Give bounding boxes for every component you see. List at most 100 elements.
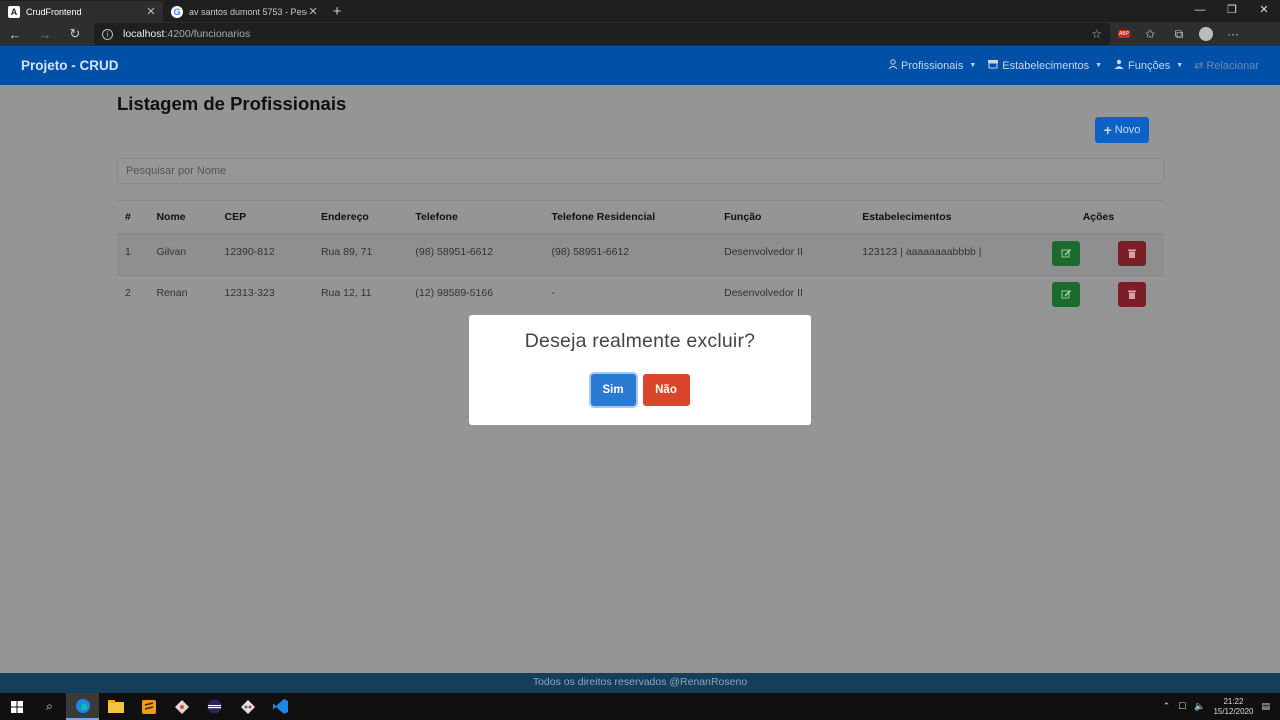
store-icon <box>987 59 999 72</box>
professionals-table: # Nome CEP Endereço Telefone Telefone Re… <box>117 200 1164 318</box>
back-icon[interactable]: ← <box>0 27 30 42</box>
file-explorer-icon[interactable] <box>99 693 132 720</box>
browser-tab-google[interactable]: G av santos dumont 5753 - Pesqui ✕ <box>163 1 325 22</box>
favorite-star-icon[interactable]: ☆ <box>1091 27 1102 41</box>
restore-icon[interactable]: ❐ <box>1216 0 1248 22</box>
cell-nome: Renan <box>148 275 217 318</box>
delete-button[interactable] <box>1117 240 1146 266</box>
search-icon[interactable]: ⌕ <box>33 693 66 720</box>
new-tab-button[interactable]: + <box>325 1 349 22</box>
exchange-icon: ⇄ <box>1194 60 1204 72</box>
eclipse-icon[interactable] <box>198 693 231 720</box>
delete-button[interactable] <box>1117 282 1146 307</box>
favorites-icon[interactable]: ✩ <box>1141 27 1159 41</box>
edit-icon <box>1061 248 1072 257</box>
vscode-icon[interactable] <box>264 693 297 720</box>
users-icon <box>1113 59 1125 72</box>
header-cep: CEP <box>216 200 313 235</box>
new-button[interactable]: + Novo <box>1095 117 1149 143</box>
git-icon[interactable] <box>231 693 264 720</box>
cell-nome: Gilvan <box>148 233 217 276</box>
browser-tabstrip: A CrudFrontend ✕ G av santos dumont 5753… <box>0 0 1280 22</box>
cell-index: 2 <box>117 275 149 318</box>
windows-start-icon[interactable] <box>0 693 33 720</box>
modal-title: Deseja realmente excluir? <box>524 330 756 352</box>
clock-date: 15/12/2020 <box>1213 706 1254 716</box>
windows-taskbar: ⌕ ⌃ ☐ 🔈 21:22 15/12/2020 ▤ <box>0 693 1280 720</box>
chevron-up-icon[interactable]: ⌃ <box>1163 701 1171 712</box>
cell-endereco: Rua 89, 71 <box>312 233 408 276</box>
search-input[interactable] <box>117 158 1164 184</box>
git-kraken-icon[interactable] <box>165 693 198 720</box>
sublime-text-icon[interactable] <box>132 693 165 720</box>
trash-icon <box>1127 249 1136 258</box>
cell-funcao: Desenvolvedor II <box>716 233 855 276</box>
trash-icon <box>1127 290 1136 299</box>
edit-button[interactable] <box>1052 282 1081 307</box>
nav-funcoes[interactable]: Funções ▼ <box>1113 59 1183 72</box>
edit-button[interactable] <box>1052 240 1081 266</box>
profile-avatar-icon[interactable] <box>1199 27 1213 41</box>
minimize-icon[interactable]: — <box>1184 0 1216 22</box>
nav-menu: Profissionais ▼ Estabelecimentos ▼ Funçõ… <box>888 59 1259 72</box>
nav-profissionais[interactable]: Profissionais ▼ <box>888 59 976 72</box>
url-host: localhost <box>123 28 165 40</box>
extension-icon[interactable]: ABP <box>1118 30 1130 38</box>
cell-telefone-residencial: (98) 58951-6612 <box>543 233 717 276</box>
network-icon[interactable]: ☐ <box>1178 701 1186 712</box>
cell-endereco: Rua 12, 11 <box>312 275 408 318</box>
edge-browser-icon[interactable] <box>66 693 99 720</box>
cell-cep: 12313-323 <box>216 275 313 318</box>
header-funcao: Função <box>716 200 855 235</box>
user-icon <box>888 59 898 72</box>
confirm-yes-button[interactable]: Sim <box>590 374 636 406</box>
tab-title: CrudFrontend <box>26 6 82 17</box>
page-footer: Todos os direitos reservados @RenanRosen… <box>0 673 1280 693</box>
header-acoes: Ações <box>1032 200 1164 235</box>
window-controls: — ❐ ✕ <box>1184 0 1280 22</box>
notifications-icon[interactable]: ▤ <box>1261 701 1270 712</box>
nav-relacionar[interactable]: ⇄ Relacionar <box>1194 59 1259 73</box>
confirm-no-button[interactable]: Não <box>642 374 690 406</box>
system-clock[interactable]: 21:22 15/12/2020 <box>1213 697 1253 717</box>
close-window-icon[interactable]: ✕ <box>1248 0 1280 22</box>
page-title: Listagem de Profissionais <box>117 93 347 114</box>
nav-estabelecimentos[interactable]: Estabelecimentos ▼ <box>987 59 1102 72</box>
forward-icon[interactable]: → <box>30 27 60 42</box>
collections-icon[interactable]: ⧉ <box>1170 27 1188 42</box>
cell-edit <box>1032 233 1100 276</box>
browser-tab-crudfrontend[interactable]: A CrudFrontend ✕ <box>0 1 163 22</box>
volume-icon[interactable]: 🔈 <box>1194 701 1205 712</box>
address-bar[interactable]: i localhost :4200/funcionarios ☆ <box>94 23 1110 45</box>
cell-index: 1 <box>117 233 149 276</box>
cell-estabelecimentos <box>854 275 1033 318</box>
close-tab-icon[interactable]: ✕ <box>307 5 319 18</box>
modal-actions: Sim Não <box>469 374 811 406</box>
cell-telefone: (12) 98589-5166 <box>407 275 544 318</box>
caret-down-icon: ▼ <box>969 62 977 69</box>
cell-delete <box>1099 275 1164 318</box>
close-tab-icon[interactable]: ✕ <box>145 5 157 18</box>
browser-toolbar: ← → ↻ i localhost :4200/funcionarios ☆ A… <box>0 22 1280 46</box>
more-options-icon[interactable]: ··· <box>1224 27 1242 41</box>
header-nome: Nome <box>148 200 217 235</box>
new-button-label: Novo <box>1114 124 1141 136</box>
page-content: Listagem de Profissionais + Novo # Nome … <box>117 85 1164 318</box>
cell-funcao: Desenvolvedor II <box>716 275 855 318</box>
tab-title: av santos dumont 5753 - Pesqui <box>189 6 307 17</box>
cell-telefone-residencial: - <box>543 275 717 318</box>
info-icon[interactable]: i <box>102 28 113 40</box>
brand-link[interactable]: Projeto - CRUD <box>21 58 119 73</box>
header-telefone: Telefone <box>407 200 544 235</box>
system-tray: ⌃ ☐ 🔈 21:22 15/12/2020 ▤ <box>1163 697 1280 717</box>
cell-cep: 12390-812 <box>216 233 313 276</box>
refresh-icon[interactable]: ↻ <box>60 26 90 42</box>
cell-edit <box>1032 275 1100 318</box>
cell-telefone: (98) 58951-6612 <box>407 233 544 276</box>
header-index: # <box>117 200 149 235</box>
nav-label: Relacionar <box>1206 59 1259 72</box>
url-path: :4200/funcionarios <box>164 28 251 40</box>
plus-icon: + <box>1103 122 1112 138</box>
table-row: 1 Gilvan 12390-812 Rua 89, 71 (98) 58951… <box>117 233 1164 276</box>
header-telefone-residencial: Telefone Residencial <box>543 200 717 235</box>
